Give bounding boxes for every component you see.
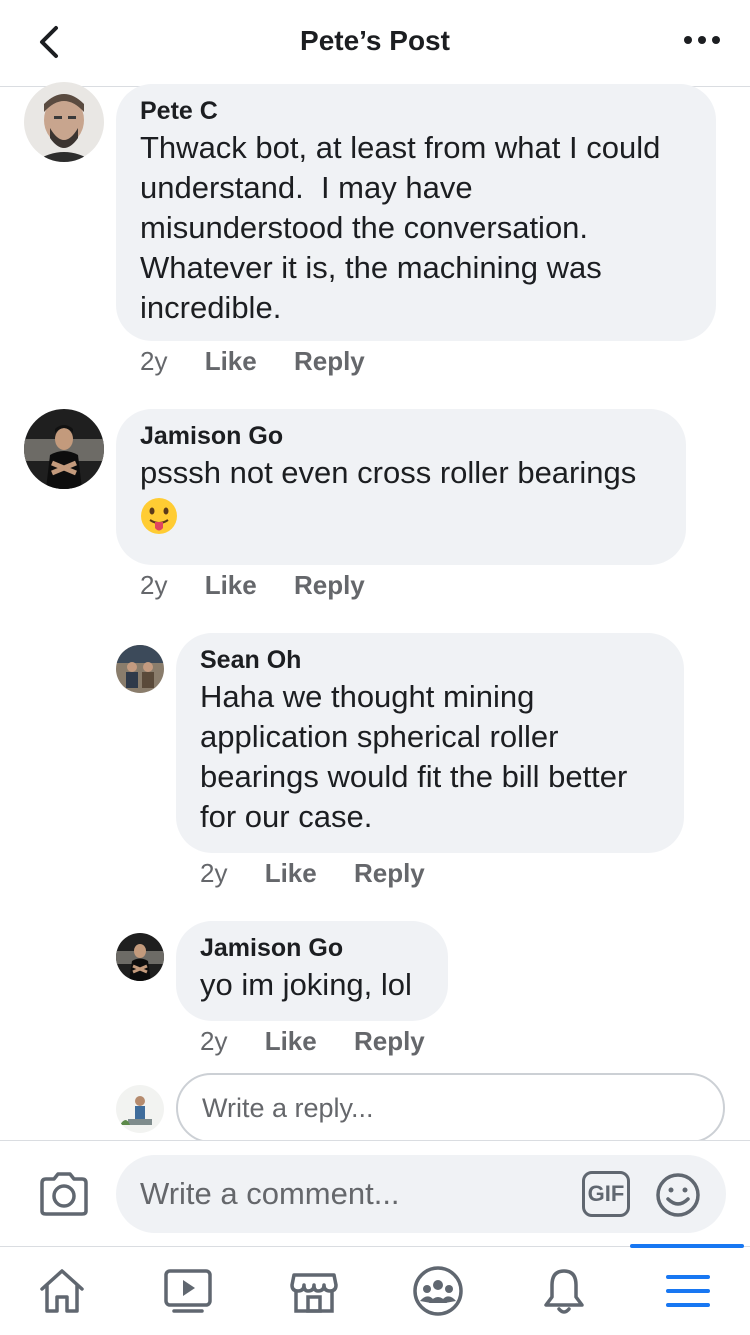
groups-icon[interactable] <box>412 1265 464 1317</box>
avatar[interactable] <box>24 82 104 162</box>
comment-age: 2y <box>200 858 228 888</box>
more-options-icon[interactable] <box>682 30 722 50</box>
reply-button[interactable]: Reply <box>354 1026 425 1056</box>
marketplace-icon[interactable] <box>288 1265 340 1317</box>
camera-icon[interactable] <box>38 1171 90 1217</box>
comment-actions: 2y Like Reply <box>140 344 395 378</box>
comment-text: Haha we thought mining application spher… <box>200 679 628 834</box>
comment-bubble: Pete C Thwack bot, at least from what I … <box>116 84 716 341</box>
comment-author[interactable]: Pete C <box>140 94 692 128</box>
comment-text: yo im joking, lol <box>200 967 412 1002</box>
reply-bubble: Sean Oh Haha we thought mining applicati… <box>176 633 684 853</box>
like-button[interactable]: Like <box>205 570 257 600</box>
page-title: Pete’s Post <box>300 25 450 56</box>
avatar[interactable] <box>24 409 104 489</box>
comment-composer-bar: Write a comment... GIF <box>0 1140 750 1247</box>
reply-button[interactable]: Reply <box>294 570 365 600</box>
bottom-tab-bar <box>0 1244 750 1335</box>
comment-actions: 2y Like Reply <box>140 568 395 602</box>
gif-button[interactable]: GIF <box>582 1171 630 1217</box>
comment-author[interactable]: Jamison Go <box>200 931 424 965</box>
like-button[interactable]: Like <box>205 346 257 376</box>
like-button[interactable]: Like <box>265 1026 317 1056</box>
watch-icon[interactable] <box>162 1265 214 1317</box>
comment-author[interactable]: Sean Oh <box>200 643 660 677</box>
reply-bubble: Jamison Go yo im joking, lol <box>176 921 448 1021</box>
reply-button[interactable]: Reply <box>354 858 425 888</box>
face-with-tongue-icon <box>140 497 178 535</box>
comment-actions: 2y Like Reply <box>200 1024 455 1058</box>
comment-input[interactable]: Write a comment... <box>116 1155 726 1233</box>
comment-age: 2y <box>140 570 168 600</box>
home-icon[interactable] <box>36 1265 88 1317</box>
emoji-icon[interactable] <box>654 1171 702 1219</box>
comment-age: 2y <box>140 346 168 376</box>
comment-text: Thwack bot, at least from what I could u… <box>140 130 661 325</box>
active-tab-indicator <box>630 1244 744 1248</box>
avatar[interactable] <box>116 933 164 981</box>
reply-button[interactable]: Reply <box>294 346 365 376</box>
notifications-icon[interactable] <box>538 1265 590 1317</box>
comment-age: 2y <box>200 1026 228 1056</box>
comment-author[interactable]: Jamison Go <box>140 419 662 453</box>
current-user-avatar <box>116 1085 164 1133</box>
menu-icon[interactable] <box>662 1265 714 1317</box>
top-nav-bar: Pete’s Post <box>0 0 750 87</box>
reply-input[interactable]: Write a reply... <box>176 1073 725 1143</box>
comment-bubble: Jamison Go psssh not even cross roller b… <box>116 409 686 565</box>
like-button[interactable]: Like <box>265 858 317 888</box>
comment-actions: 2y Like Reply <box>200 856 455 890</box>
avatar[interactable] <box>116 645 164 693</box>
comment-text: psssh not even cross roller bearings <box>140 455 637 490</box>
